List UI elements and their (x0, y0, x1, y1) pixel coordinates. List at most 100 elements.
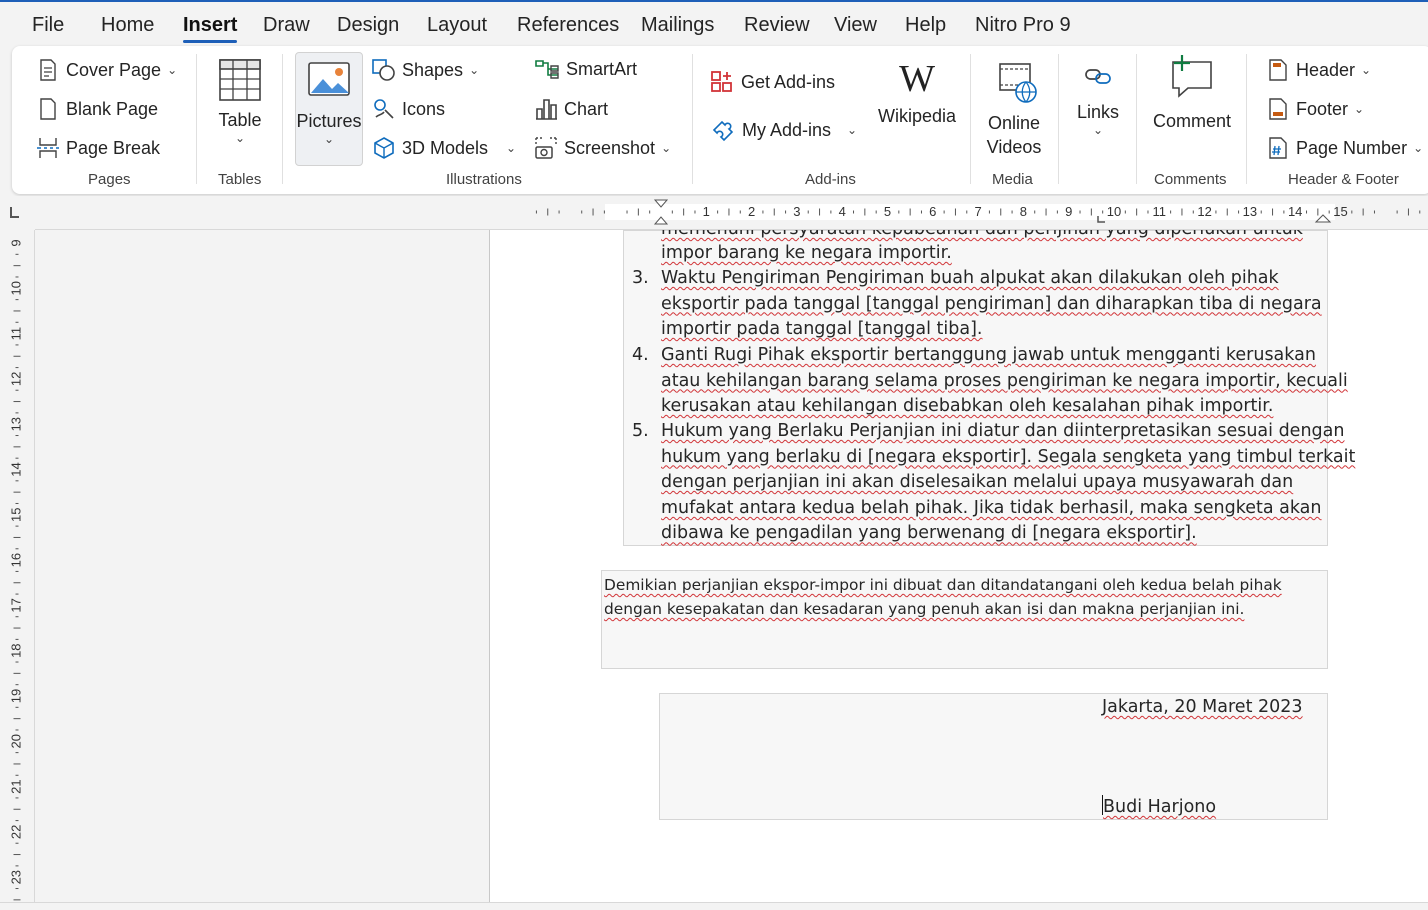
tab-references[interactable]: References (517, 14, 619, 37)
group-label-illustrations: Illustrations (446, 171, 522, 188)
tab-home[interactable]: Home (101, 14, 154, 37)
separator (970, 54, 971, 184)
tab-view[interactable]: View (834, 14, 877, 37)
ruler-ticks: 1 2 3 4 5 6 7 8 9 10 11 12 13 14 15 (535, 199, 1421, 225)
header-icon (1269, 59, 1287, 81)
my-add-ins-label: My Add-ins (742, 119, 832, 140)
closing-paragraph[interactable]: Demikian perjanjian ekspor-impor ini dib… (604, 573, 1282, 621)
paragraph-line: impor barang ke negara importir. (661, 243, 952, 263)
shapes-button[interactable]: Shapes ⌄ (372, 58, 479, 82)
my-add-ins-button[interactable]: My Add-ins ⌄ (710, 117, 857, 143)
3d-models-label: 3D Models (402, 137, 489, 158)
tab-stop-icon (10, 207, 19, 218)
paragraph-line: Demikian perjanjian ekspor-impor ini dib… (604, 576, 1282, 594)
3d-models-button[interactable]: 3D Models ⌄ (372, 136, 516, 160)
indent-marker-icon[interactable] (653, 199, 669, 225)
horizontal-ruler[interactable]: 1 2 3 4 5 6 7 8 9 10 11 12 13 14 15 (35, 196, 1428, 230)
screenshot-button[interactable]: Screenshot ⌄ (534, 136, 671, 160)
chevron-down-icon: ⌄ (1361, 63, 1372, 77)
tab-review[interactable]: Review (744, 14, 810, 37)
comment-label: Comment (1152, 111, 1232, 131)
pictures-button[interactable]: Pictures ⌄ (295, 52, 363, 166)
icons-button[interactable]: Icons (372, 97, 445, 121)
smartart-button[interactable]: SmartArt (534, 58, 637, 80)
group-label-tables: Tables (218, 171, 262, 188)
chevron-down-icon: ⌄ (167, 63, 178, 77)
screenshot-icon (535, 137, 557, 159)
chart-button[interactable]: Chart (534, 97, 608, 121)
tab-help[interactable]: Help (905, 14, 946, 37)
tab-nitro-pro[interactable]: Nitro Pro 9 (975, 14, 1071, 37)
page-number-button[interactable]: Page Number ⌄ (1268, 136, 1423, 160)
place-date: Jakarta, 20 Maret 2023 (1102, 695, 1303, 721)
chevron-down-icon: ⌄ (506, 141, 517, 155)
tab-file[interactable]: File (32, 14, 64, 37)
footer-button[interactable]: Footer ⌄ (1268, 97, 1364, 121)
table-button[interactable]: Table ⌄ (216, 58, 264, 145)
wikipedia-button[interactable]: W Wikipedia (876, 58, 958, 127)
tab-draw[interactable]: Draw (263, 14, 310, 37)
page-break-button[interactable]: Page Break (36, 136, 160, 160)
ruler-label: 20 (8, 734, 23, 748)
comment-button[interactable]: Comment (1148, 54, 1236, 132)
list-item-4[interactable]: Ganti Rugi Pihak eksportir bertanggung j… (661, 343, 1348, 420)
ruler-label: 6 (929, 204, 936, 219)
blank-page-button[interactable]: Blank Page (38, 97, 158, 121)
icons-label: Icons (402, 98, 446, 119)
ruler-label: 13 (1243, 204, 1257, 219)
paragraph-line: importir pada tanggal [tanggal tiba]. (661, 319, 983, 340)
wikipedia-label: Wikipedia (877, 106, 957, 126)
ruler-label: 2 (748, 204, 755, 219)
chevron-down-icon: ⌄ (323, 132, 335, 146)
online-videos-button[interactable]: Online Videos (982, 60, 1046, 159)
screenshot-label: Screenshot (564, 137, 656, 158)
chevron-down-icon: ⌄ (469, 63, 480, 77)
add-in-icon (712, 120, 734, 142)
blank-page-label: Blank Page (66, 98, 159, 119)
get-add-ins-button[interactable]: Get Add-ins (710, 70, 835, 94)
paragraph-line: mufakat antara kedua belah pihak. Jika t… (661, 497, 1322, 518)
links-label: Links (1076, 102, 1120, 122)
tab-selector[interactable] (0, 196, 35, 230)
picture-icon (308, 62, 350, 96)
ruler-label: 10 (1107, 204, 1121, 219)
signatory-text: Budi Harjono (1103, 797, 1217, 817)
menu-bar: File Home Insert Draw Design Layout Refe… (0, 0, 1428, 46)
cube-icon (374, 137, 394, 159)
tab-mailings[interactable]: Mailings (641, 14, 714, 37)
group-label-header-footer: Header & Footer (1288, 171, 1399, 188)
right-indent-marker-icon[interactable] (1314, 214, 1332, 223)
paragraph-line: hukum yang berlaku di [negara eksportir]… (661, 446, 1356, 467)
signatory-name[interactable]: Budi Harjono (1102, 795, 1216, 821)
cut-line-2: impor barang ke negara importir. (661, 241, 952, 267)
tab-insert[interactable]: Insert (183, 14, 238, 43)
ruler-label: 3 (793, 204, 800, 219)
paragraph-line: dengan kesepakatan dan kesadaran yang pe… (604, 600, 1245, 618)
list-item-3[interactable]: Waktu Pengiriman Pengiriman buah alpukat… (661, 266, 1326, 343)
ruler-label: 16 (8, 553, 23, 567)
tab-stop-icon[interactable] (1097, 216, 1105, 223)
link-icon (1085, 69, 1111, 84)
paragraph-line: dibawa ke pengadilan yang berwenang di [… (661, 523, 1197, 544)
ruler-label: 19 (8, 689, 23, 703)
tab-layout[interactable]: Layout (427, 14, 487, 37)
chart-icon (536, 99, 557, 120)
links-button[interactable]: Links ⌄ (1072, 64, 1124, 137)
list-number: 3. (632, 268, 649, 288)
header-button[interactable]: Header ⌄ (1268, 58, 1371, 82)
table-icon (219, 59, 261, 101)
cover-page-button[interactable]: Cover Page ⌄ (38, 58, 177, 82)
paragraph-line: Ganti Rugi Pihak eksportir bertanggung j… (661, 345, 1316, 365)
chevron-down-icon: ⌄ (234, 131, 246, 145)
ruler-label: 4 (839, 204, 846, 219)
table-label: Table (218, 110, 262, 130)
header-label: Header (1296, 59, 1356, 80)
ruler-label: 11 (1153, 204, 1167, 219)
ruler-label: 8 (1020, 204, 1027, 219)
list-item-5[interactable]: Hukum yang Berlaku Perjanjian ini diatur… (661, 419, 1355, 546)
chevron-down-icon: ⌄ (847, 123, 858, 137)
cover-page-label: Cover Page (66, 59, 162, 80)
list-clip: memenuhi persyaratan kepabeanan dan peri… (0, 230, 1428, 546)
tab-design[interactable]: Design (337, 14, 399, 37)
separator (1136, 54, 1137, 184)
